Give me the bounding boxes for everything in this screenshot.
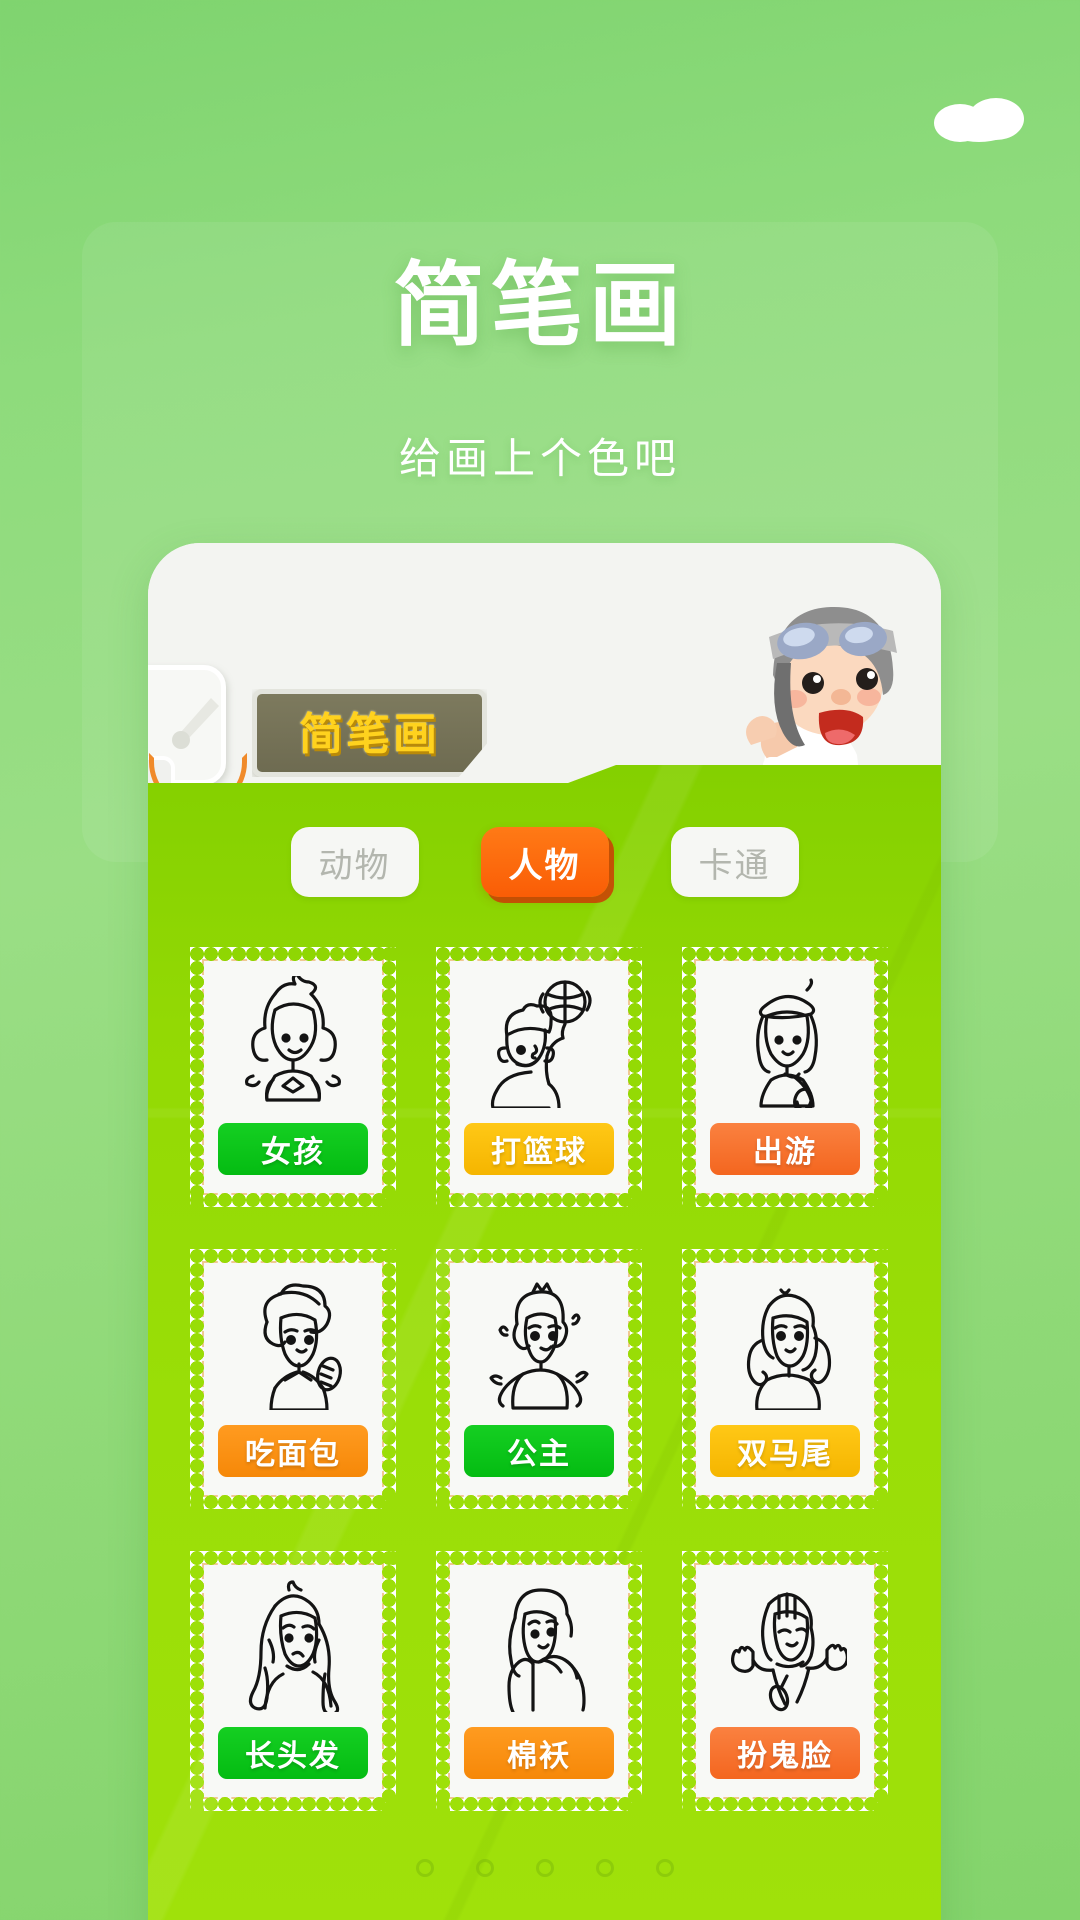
sketch-card-inner: 长头发 [202,1563,384,1799]
sketch-card[interactable]: 女孩 [190,947,396,1207]
pagination-dot[interactable] [475,1859,494,1877]
basketball-sketch [450,961,628,1123]
coat-girl-sketch [450,1565,628,1727]
sketch-card[interactable]: 双马尾 [682,1249,888,1509]
sketch-card-label: 棉袄 [464,1727,614,1779]
sketch-card[interactable]: 棉袄 [436,1551,642,1811]
pagination-dot[interactable] [595,1859,614,1877]
sketch-card[interactable]: 打篮球 [436,947,642,1207]
sketch-card-label: 出游 [710,1123,860,1175]
sketch-card-label: 女孩 [218,1123,368,1175]
category-tab-people[interactable]: 人物 [480,827,609,897]
sketch-card[interactable]: 长头发 [190,1551,396,1811]
category-tab-animals[interactable]: 动物 [290,827,419,897]
sketch-card[interactable]: 出游 [682,947,888,1207]
pagination-dots [148,1859,941,1877]
travel-girl-sketch [696,961,874,1123]
sketch-card-grid: 女孩 打篮球 出游 吃面包 公主 双马尾 长头发 棉袄 扮鬼脸 [190,947,900,1811]
girl-sketch [204,961,382,1123]
content-board: 动物 人物 卡通 女孩 打篮球 出游 吃面包 公主 双马尾 长头发 棉袄 扮鬼脸 [148,765,941,1920]
category-tab-label: 动物 [318,846,391,885]
longhair-sketch [204,1565,382,1727]
sketch-card-inner: 女孩 [202,959,384,1195]
sketch-card-inner: 出游 [694,959,876,1195]
funnyface-sketch [696,1565,874,1727]
pilot-boy-avatar [707,579,907,791]
sketch-card-inner: 双马尾 [694,1261,876,1497]
cloud-lobe [948,116,1010,142]
sketch-card-label: 打篮球 [464,1123,614,1175]
sketch-card-label: 长头发 [218,1727,368,1779]
sketch-card-label: 公主 [464,1425,614,1477]
app-title-plaque[interactable]: 简笔画 [252,689,487,777]
twintails-sketch [696,1263,874,1425]
page-title: 简笔画 [392,255,687,357]
cloud-icon [934,98,1024,142]
sketch-card-inner: 棉袄 [448,1563,630,1799]
category-tabs: 动物 人物 卡通 [148,827,941,897]
category-tab-label: 卡通 [698,846,771,885]
app-title-plaque-label: 简笔画 [299,710,440,759]
princess-sketch [450,1263,628,1425]
bread-girl-sketch [204,1263,382,1425]
sketch-card-inner: 吃面包 [202,1261,384,1497]
category-tab-cartoon[interactable]: 卡通 [670,827,799,897]
sketch-card-inner: 打篮球 [448,959,630,1195]
pagination-dot[interactable] [535,1859,554,1877]
pagination-dot[interactable] [415,1859,434,1877]
sketch-card-label: 吃面包 [218,1425,368,1477]
sketch-card-label: 双马尾 [710,1425,860,1477]
sketch-card-inner: 公主 [448,1261,630,1497]
sketch-card-inner: 扮鬼脸 [694,1563,876,1799]
sketch-card[interactable]: 公主 [436,1249,642,1509]
sketch-card[interactable]: 扮鬼脸 [682,1551,888,1811]
sketch-card[interactable]: 吃面包 [190,1249,396,1509]
device-mockup: 简笔画 动物 人物 卡通 女孩 打篮球 出游 吃面包 公主 双马尾 长头发 棉袄… [148,543,941,1920]
pagination-dot[interactable] [655,1859,674,1877]
category-tab-label: 人物 [508,846,581,885]
sketch-card-label: 扮鬼脸 [710,1727,860,1779]
page-subtitle: 给画上个色吧 [398,435,681,482]
